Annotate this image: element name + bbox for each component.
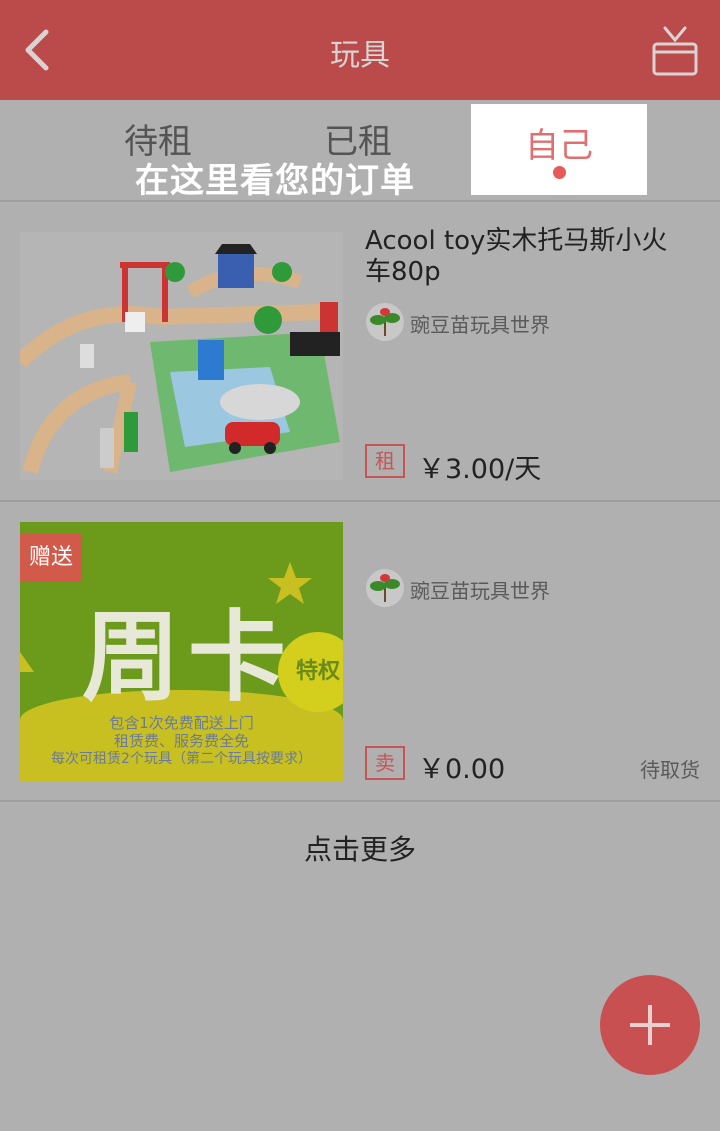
shop-name: 豌豆苗玩具世界 (410, 579, 550, 603)
shop-name: 豌豆苗玩具世界 (410, 313, 550, 337)
divider (0, 800, 720, 802)
active-tab-indicator (553, 166, 566, 179)
load-more-button[interactable]: 点击更多 (0, 828, 720, 868)
order-status: 待取货 (640, 758, 700, 782)
order-item[interactable]: Acool toy实木托马斯小火车80p 豌豆苗玩具世界 租 ￥3.00/天 (0, 202, 720, 500)
gift-badge: 赠送 (20, 534, 82, 582)
shop-info[interactable]: 豌豆苗玩具世界 (365, 568, 685, 608)
tab-self-label: 自己 (525, 126, 593, 166)
order-item[interactable]: 赠送 周卡 特权 包含1次免费配送上门 租赁费、服务费全免 每次可租赁2个玩具（… (0, 502, 720, 800)
add-button[interactable] (600, 975, 700, 1075)
week-card-line: 每次可租赁2个玩具（第二个玩具按要求） (51, 751, 312, 767)
plus-icon (630, 1005, 670, 1045)
shop-logo-icon (366, 303, 404, 341)
top-app-bar: 玩具 (0, 0, 720, 100)
order-type-tag: 卖 (365, 746, 405, 780)
week-card-title: 周卡 (82, 601, 295, 715)
guide-hint-text: 在这里看您的订单 (135, 161, 415, 201)
product-image-train-set (20, 232, 343, 480)
page-title: 玩具 (330, 38, 390, 73)
product-name[interactable]: Acool toy实木托马斯小火车80p (365, 226, 685, 288)
order-type-tag: 租 (365, 444, 405, 478)
product-image-week-card: 赠送 周卡 特权 包含1次免费配送上门 租赁费、服务费全免 每次可租赁2个玩具（… (20, 522, 343, 782)
shop-info[interactable]: 豌豆苗玩具世界 (365, 302, 685, 342)
shop-logo-icon (366, 569, 404, 607)
gift-box-icon[interactable] (650, 22, 700, 78)
price: ￥3.00/天 (418, 454, 542, 485)
price: ￥0.00 (418, 754, 506, 785)
tab-self[interactable]: 自己 (471, 104, 647, 195)
